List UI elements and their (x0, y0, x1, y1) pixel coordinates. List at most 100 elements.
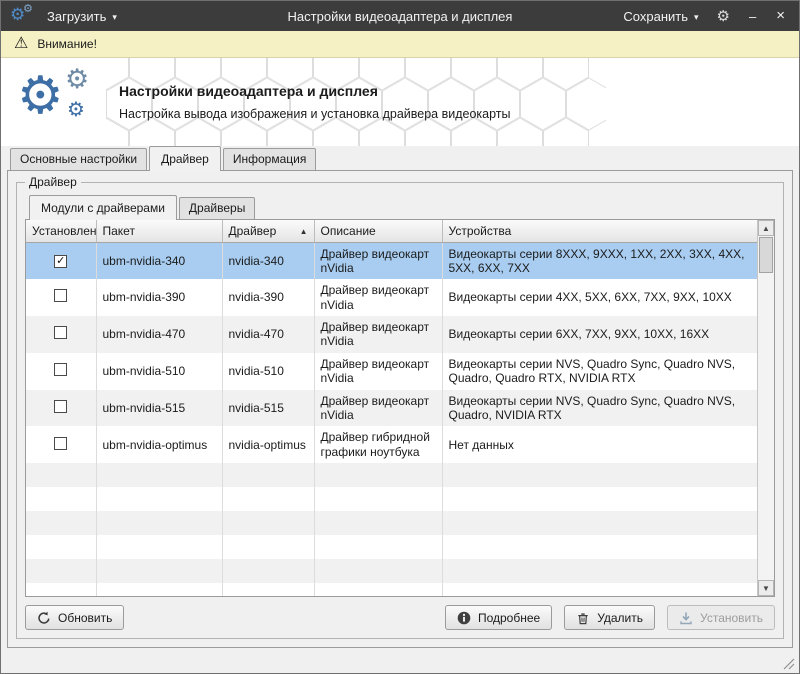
header-text: Настройки видеоадаптера и дисплея Настро… (119, 83, 511, 121)
app-window: ⚙ ⚙ Загрузить ▾ Настройки видеоадаптера … (0, 0, 800, 674)
refresh-icon (37, 611, 51, 625)
inner-tabs: Модули с драйверами Драйверы (25, 195, 775, 219)
window-title: Настройки видеоадаптера и дисплея (219, 9, 581, 24)
details-button[interactable]: Подробнее (445, 605, 552, 630)
cell-driver: nvidia-470 (222, 316, 314, 353)
gear-icon-large: ⚙ (17, 70, 64, 122)
app-gears-icon: ⚙ ⚙ (9, 5, 35, 27)
titlebar: ⚙ ⚙ Загрузить ▾ Настройки видеоадаптера … (1, 1, 799, 31)
warning-text: Внимание! (37, 37, 97, 51)
column-header-installed[interactable]: Установлен (26, 220, 96, 242)
info-icon (457, 611, 471, 625)
installed-checkbox[interactable] (54, 437, 67, 450)
column-header-package[interactable]: Пакет (96, 220, 222, 242)
cell-description: Драйвер видеокарт nVidia (314, 390, 442, 427)
installed-checkbox[interactable] (54, 326, 67, 339)
install-button[interactable]: Установить (667, 605, 775, 630)
cell-description: Драйвер видеокарт nVidia (314, 316, 442, 353)
chevron-down-icon: ▾ (112, 12, 117, 23)
gear-icon-small: ⚙ (23, 4, 33, 15)
empty-row (26, 511, 757, 535)
gear-icon-medium: ⚙ (65, 66, 89, 93)
driver-table-frame: Установлен Пакет ▲Драйвер Описание Устро… (25, 219, 775, 597)
close-button[interactable]: × (767, 3, 795, 29)
cell-package: ubm-nvidia-515 (96, 390, 222, 427)
tab-drivers[interactable]: Драйверы (179, 197, 255, 219)
install-icon (679, 611, 693, 625)
cell-package: ubm-nvidia-340 (96, 242, 222, 279)
table-row[interactable]: ubm-nvidia-515nvidia-515Драйвер видеокар… (26, 390, 757, 427)
empty-row (26, 535, 757, 559)
sort-ascending-icon: ▲ (300, 227, 308, 236)
cell-description: Драйвер видеокарт nVidia (314, 353, 442, 390)
tab-main-settings[interactable]: Основные настройки (10, 148, 147, 170)
save-menu-button[interactable]: Сохранить ▾ (615, 4, 706, 29)
titlebar-right: Сохранить ▾ ⚙ – × (581, 3, 799, 29)
cell-devices: Видеокарты серии 8XXX, 9XXX, 1XX, 2XX, 3… (442, 242, 757, 279)
tab-driver[interactable]: Драйвер (149, 146, 221, 171)
cell-package: ubm-nvidia-510 (96, 353, 222, 390)
driver-table: Установлен Пакет ▲Драйвер Описание Устро… (26, 220, 757, 596)
warning-triangle-icon: ⚠ (14, 36, 28, 52)
scroll-down-button[interactable]: ▼ (758, 580, 774, 596)
titlebar-left: ⚙ ⚙ Загрузить ▾ (1, 4, 219, 29)
installed-checkbox[interactable] (54, 400, 67, 413)
cell-devices: Видеокарты серии 6XX, 7XX, 9XX, 10XX, 16… (442, 316, 757, 353)
cell-driver: nvidia-390 (222, 279, 314, 316)
resize-grip[interactable] (781, 656, 795, 670)
cell-driver: nvidia-510 (222, 353, 314, 390)
scrollbar-track[interactable] (758, 274, 774, 580)
save-menu-label: Сохранить (623, 9, 688, 24)
scroll-up-button[interactable]: ▲ (758, 220, 774, 236)
minimize-button[interactable]: – (740, 4, 765, 29)
groupbox-legend: Драйвер (25, 175, 81, 189)
action-buttons: Обновить Подробнее (25, 597, 775, 630)
page-header: ⚙ ⚙ ⚙ Настройки видеоадаптера и дисплея … (1, 58, 799, 146)
empty-row (26, 463, 757, 487)
cell-package: ubm-nvidia-390 (96, 279, 222, 316)
tab-information[interactable]: Информация (223, 148, 316, 170)
statusbar (1, 648, 799, 673)
scrollbar-thumb[interactable] (759, 237, 773, 273)
installed-checkbox[interactable] (54, 363, 67, 376)
vertical-scrollbar[interactable]: ▲ ▼ (757, 220, 774, 596)
cell-package: ubm-nvidia-optimus (96, 426, 222, 463)
column-header-devices[interactable]: Устройства (442, 220, 757, 242)
load-menu-button[interactable]: Загрузить ▾ (39, 4, 125, 29)
cell-description: Драйвер видеокарт nVidia (314, 279, 442, 316)
delete-label: Удалить (597, 611, 643, 625)
page-subtitle: Настройка вывода изображения и установка… (119, 107, 511, 121)
table-row[interactable]: ubm-nvidia-optimusnvidia-optimusДрайвер … (26, 426, 757, 463)
table-row[interactable]: ubm-nvidia-390nvidia-390Драйвер видеокар… (26, 279, 757, 316)
trash-icon (576, 611, 590, 625)
column-header-description[interactable]: Описание (314, 220, 442, 242)
installed-checkbox[interactable]: ✓ (54, 255, 67, 268)
empty-row (26, 559, 757, 583)
install-label: Установить (700, 611, 763, 625)
table-row[interactable]: ubm-nvidia-510nvidia-510Драйвер видеокар… (26, 353, 757, 390)
cell-devices: Видеокарты серии NVS, Quadro Sync, Quadr… (442, 390, 757, 427)
column-header-driver[interactable]: ▲Драйвер (222, 220, 314, 242)
main-tabs: Основные настройки Драйвер Информация (1, 146, 799, 170)
driver-tab-panel: Драйвер Модули с драйверами Драйверы Уст… (7, 170, 793, 648)
cell-driver: nvidia-515 (222, 390, 314, 427)
load-menu-label: Загрузить (47, 9, 106, 24)
chevron-down-icon: ▾ (694, 12, 699, 23)
delete-button[interactable]: Удалить (564, 605, 655, 630)
table-row[interactable]: ubm-nvidia-470nvidia-470Драйвер видеокар… (26, 316, 757, 353)
warning-banner: ⚠ Внимание! (1, 31, 799, 58)
cell-driver: nvidia-340 (222, 242, 314, 279)
settings-gear-icon[interactable]: ⚙ (709, 3, 738, 29)
table-row[interactable]: ✓ubm-nvidia-340nvidia-340Драйвер видеока… (26, 242, 757, 279)
driver-table-body: ✓ubm-nvidia-340nvidia-340Драйвер видеока… (26, 242, 757, 596)
gears-logo-icon: ⚙ ⚙ ⚙ (15, 66, 103, 138)
tab-driver-modules[interactable]: Модули с драйверами (29, 195, 177, 220)
page-title: Настройки видеоадаптера и дисплея (119, 83, 511, 99)
empty-row (26, 487, 757, 511)
empty-row (26, 583, 757, 596)
refresh-button[interactable]: Обновить (25, 605, 124, 630)
cell-devices: Видеокарты серии NVS, Quadro Sync, Quadr… (442, 353, 757, 390)
table-header-row: Установлен Пакет ▲Драйвер Описание Устро… (26, 220, 757, 242)
installed-checkbox[interactable] (54, 289, 67, 302)
cell-description: Драйвер гибридной графики ноутбука (314, 426, 442, 463)
